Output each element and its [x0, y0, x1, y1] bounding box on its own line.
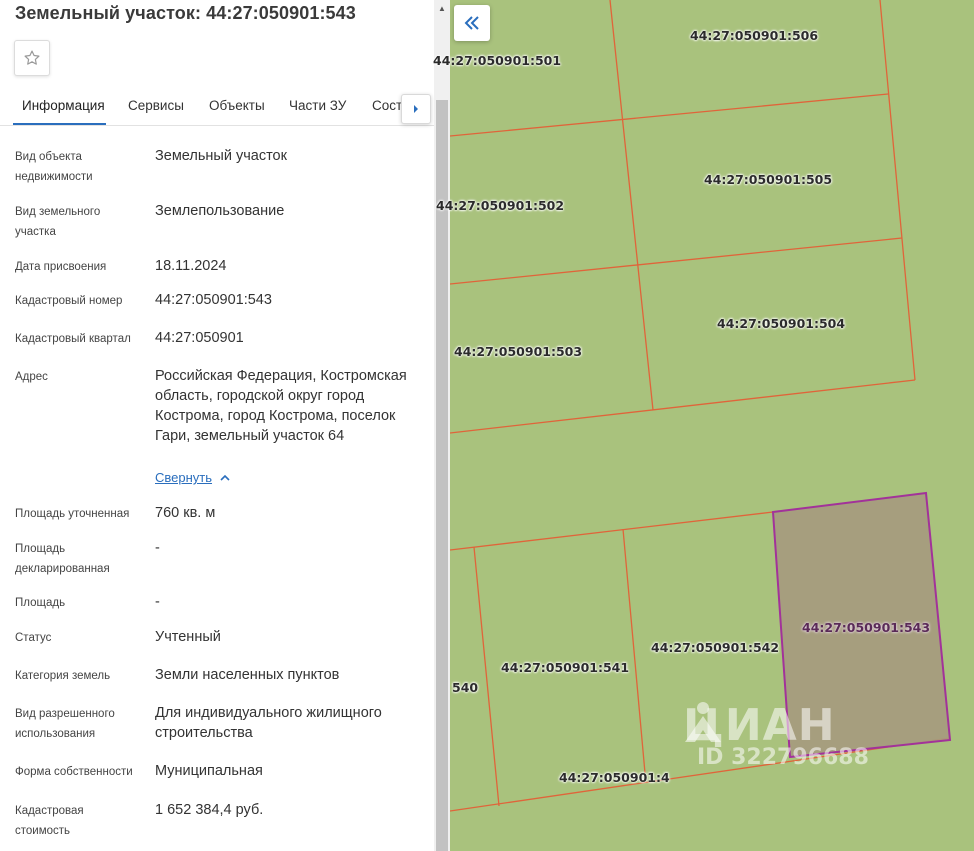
- favorite-button[interactable]: [14, 40, 50, 76]
- parcel-label[interactable]: 44:27:050901:504: [717, 316, 845, 331]
- field-value-cadastral-number: 44:27:050901:543: [155, 292, 272, 308]
- cadastral-map[interactable]: ЦИАН ID 322796688: [450, 0, 974, 851]
- field-label-land-type: Вид земельного участка: [15, 206, 101, 238]
- field-label-cadastral-quarter: Кадастровый квартал: [15, 333, 131, 345]
- tabs-scroll-right-button[interactable]: [401, 94, 431, 124]
- parcel-label[interactable]: 44:27:050901:541: [501, 660, 629, 675]
- field-label-assign-date: Дата присвоения: [15, 261, 107, 273]
- chevron-up-icon: [220, 474, 230, 481]
- page-title: Земельный участок: 44:27:050901:543: [15, 3, 356, 23]
- field-label-object-type: Вид объекта недвижимости: [15, 151, 93, 183]
- field-label-address: Адрес: [15, 371, 48, 383]
- parcel-label[interactable]: 44:27:050901:542: [651, 640, 779, 655]
- parcel-label[interactable]: 540: [452, 680, 478, 695]
- field-value-cadastral-quarter: 44:27:050901: [155, 330, 244, 346]
- field-label-land-category: Категория земель: [15, 670, 111, 682]
- field-value-land-type: Землепользование: [155, 203, 285, 219]
- field-label-area-declared: Площадь декларированная: [15, 543, 110, 575]
- field-value-assign-date: 18.11.2024: [155, 258, 227, 274]
- tab-services[interactable]: Сервисы: [128, 98, 184, 113]
- info-panel: Земельный участок: 44:27:050901:543 Инфо…: [0, 0, 434, 851]
- field-label-ownership: Форма собственности: [15, 766, 133, 778]
- parcel-label[interactable]: 44:27:050901:4: [559, 770, 670, 785]
- field-value-ownership: Муниципальная: [155, 763, 263, 779]
- field-label-cadastral-number: Кадастровый номер: [15, 295, 123, 307]
- field-value-permitted-use: Для индивидуального жилищного строительс…: [155, 705, 382, 741]
- chevron-right-icon: [414, 105, 418, 113]
- field-value-address: Российская Федерация, Костромская област…: [155, 368, 407, 444]
- active-tab-indicator: [13, 123, 106, 125]
- field-value-area-specified: 760 кв. м: [155, 505, 216, 521]
- star-icon: [24, 50, 40, 65]
- parcel-label[interactable]: 44:27:050901:501: [433, 53, 561, 68]
- field-value-object-type: Земельный участок: [155, 148, 287, 164]
- collapse-panel-button[interactable]: [454, 5, 490, 41]
- field-label-area-specified: Площадь уточненная: [15, 508, 130, 520]
- field-value-area-declared: -: [155, 540, 160, 556]
- parcel-label[interactable]: 44:27:050901:506: [690, 28, 818, 43]
- field-label-status: Статус: [15, 632, 52, 644]
- double-chevron-left-icon: [464, 16, 479, 30]
- collapse-link-label: Свернуть: [155, 470, 213, 485]
- tab-objects[interactable]: Объекты: [209, 98, 265, 113]
- collapse-address-link[interactable]: Свернуть: [155, 470, 230, 485]
- field-label-permitted-use: Вид разрешенного использования: [15, 708, 115, 740]
- cian-watermark: ЦИАН ID 322796688: [683, 700, 869, 770]
- field-label-cadastral-value: Кадастровая стоимость: [15, 805, 84, 837]
- watermark-id: ID 322796688: [697, 745, 869, 770]
- field-value-land-category: Земли населенных пунктов: [155, 667, 340, 683]
- tab-bar: Информация Сервисы Объекты Части ЗУ Сост…: [0, 85, 434, 126]
- field-label-area: Площадь: [15, 597, 66, 609]
- tab-parts[interactable]: Части ЗУ: [289, 98, 346, 113]
- parcel-label[interactable]: 44:27:050901:502: [436, 198, 564, 213]
- scroll-up-arrow-icon[interactable]: ▲: [436, 2, 448, 14]
- field-value-cadastral-value: 1 652 384,4 руб.: [155, 802, 264, 818]
- parcel-label[interactable]: 44:27:050901:503: [454, 344, 582, 359]
- cian-logo-icon: [685, 702, 721, 742]
- parcel-label-selected[interactable]: 44:27:050901:543: [802, 620, 930, 635]
- parcel-label[interactable]: 44:27:050901:505: [704, 172, 832, 187]
- tab-info[interactable]: Информация: [22, 98, 105, 113]
- field-value-area: -: [155, 594, 160, 610]
- field-value-status: Учтенный: [155, 629, 221, 645]
